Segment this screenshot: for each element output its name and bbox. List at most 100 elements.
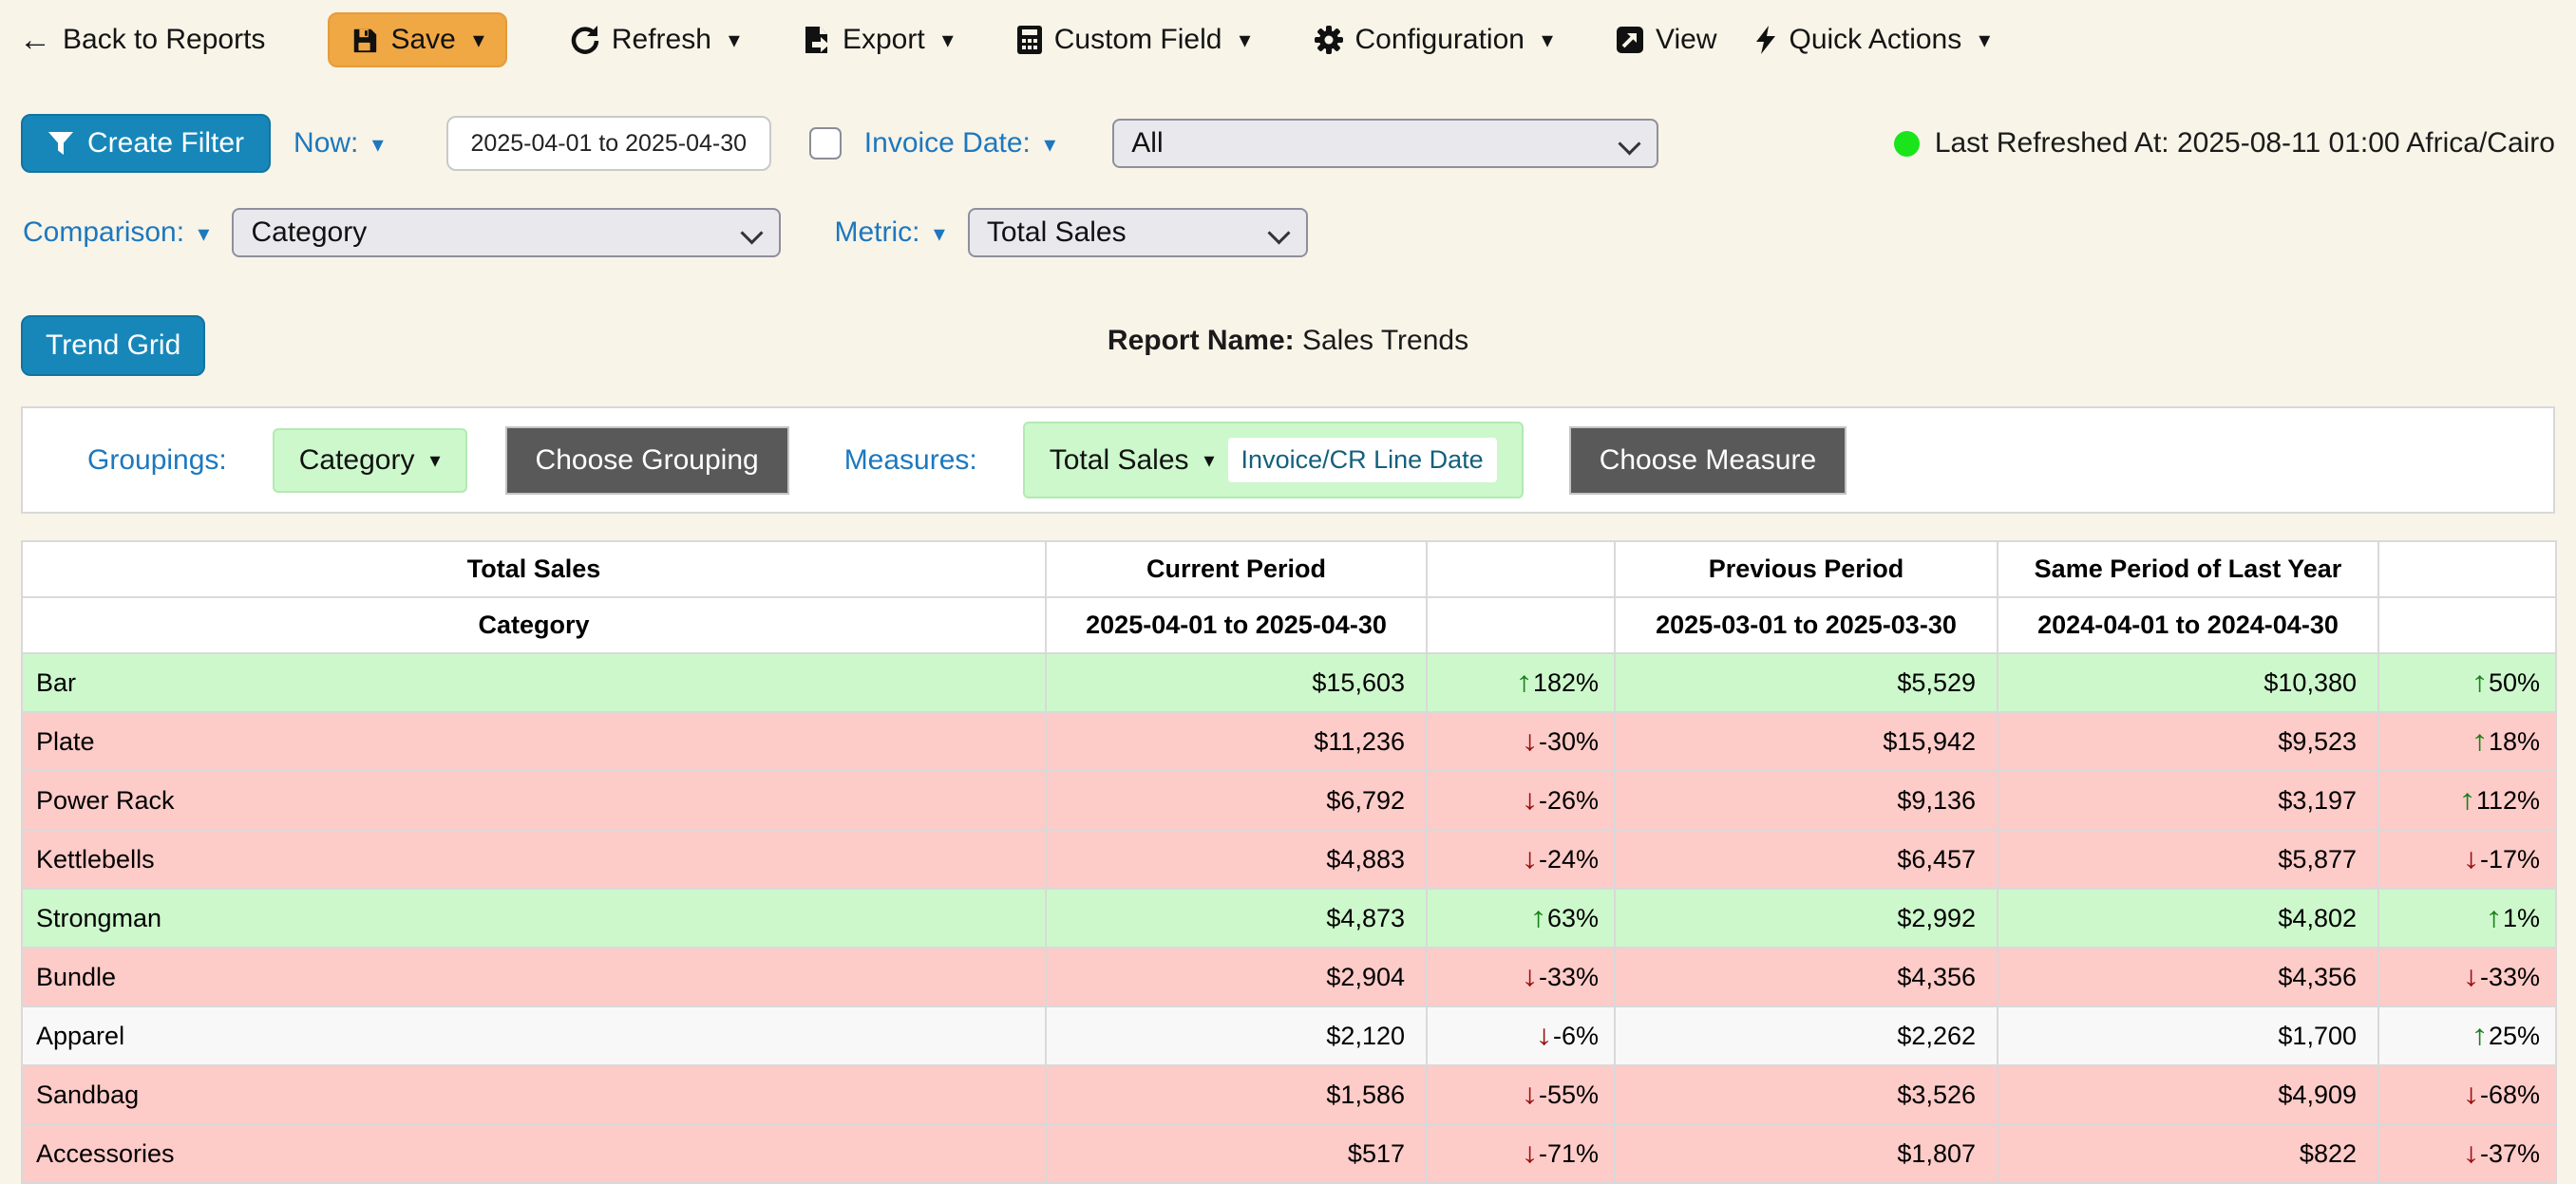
current-period-cell: $6,792: [1046, 771, 1427, 830]
header-previous-dates: 2025-03-01 to 2025-03-30: [1615, 597, 1998, 653]
table-header-row-periods: Total Sales Current Period Previous Peri…: [22, 541, 2556, 597]
header-category: Category: [22, 597, 1046, 653]
change-vs-last-year-cell: ↑25%: [2378, 1006, 2556, 1065]
table-row[interactable]: Plate $11,236 ↓-30% $15,942 $9,523 ↑18%: [22, 712, 2556, 771]
scope-select[interactable]: All: [1112, 119, 1658, 168]
table-row[interactable]: Accessories $517 ↓-71% $1,807 $822 ↓-37%: [22, 1124, 2556, 1183]
current-period-cell: $4,873: [1046, 889, 1427, 948]
category-cell: Sandbag: [22, 1065, 1046, 1124]
groupings-label: Groupings:: [87, 444, 227, 477]
quick-actions-caret-icon: ▾: [1979, 27, 1990, 54]
trend-row: Trend Grid Report Name: Sales Trends: [21, 315, 2555, 376]
measure-chip-caret-icon: ▾: [1204, 448, 1215, 473]
header-same-period-last-year: Same Period of Last Year: [1998, 541, 2378, 597]
invoice-date-dropdown[interactable]: Invoice Date: ▾: [864, 127, 1055, 160]
previous-period-cell: $3,526: [1615, 1065, 1998, 1124]
change-vs-last-year-cell: ↓-17%: [2378, 830, 2556, 889]
export-button[interactable]: Export ▾: [803, 24, 954, 56]
grouping-chip-category[interactable]: Category ▾: [273, 428, 467, 493]
header-previous-period: Previous Period: [1615, 541, 1998, 597]
table-row[interactable]: Strongman $4,873 ↑63% $2,992 $4,802 ↑1%: [22, 889, 2556, 948]
category-cell: Bundle: [22, 948, 1046, 1006]
export-caret-icon: ▾: [942, 27, 954, 54]
export-icon: [803, 25, 831, 55]
table-row[interactable]: Apparel $2,120 ↓-6% $2,262 $1,700 ↑25%: [22, 1006, 2556, 1065]
change-vs-last-year-cell: ↑18%: [2378, 712, 2556, 771]
date-range-input[interactable]: [446, 116, 771, 171]
configuration-caret-icon: ▾: [1542, 27, 1553, 54]
choose-measure-button[interactable]: Choose Measure: [1569, 426, 1847, 495]
measure-date-field[interactable]: Invoice/CR Line Date: [1228, 438, 1497, 482]
same-period-last-year-cell: $4,356: [1998, 948, 2378, 1006]
external-view-icon: [1616, 26, 1644, 54]
previous-period-cell: $2,992: [1615, 889, 1998, 948]
metric-caret-icon: ▾: [934, 220, 945, 248]
metric-select[interactable]: Total Sales: [968, 208, 1308, 257]
invoice-date-caret-icon: ▾: [1044, 131, 1055, 159]
save-caret-icon: ▾: [473, 27, 484, 54]
grouping-chip-caret-icon: ▾: [429, 448, 440, 473]
header-current-period: Current Period: [1046, 541, 1427, 597]
header-total-sales: Total Sales: [22, 541, 1046, 597]
category-cell: Accessories: [22, 1124, 1046, 1183]
trend-grid-button[interactable]: Trend Grid: [21, 315, 205, 376]
trend-arrow-icon: ↓: [1521, 1079, 1539, 1111]
current-period-cell: $4,883: [1046, 830, 1427, 889]
invoice-date-checkbox[interactable]: [809, 127, 842, 160]
change-vs-previous-cell: ↑182%: [1427, 653, 1615, 712]
trend-arrow-icon: ↓: [1521, 784, 1539, 817]
trend-arrow-icon: ↓: [1521, 843, 1539, 875]
status-dot-icon: [1894, 131, 1920, 157]
metric-dropdown[interactable]: Metric: ▾: [834, 216, 944, 249]
table-row[interactable]: Bar $15,603 ↑182% $5,529 $10,380 ↑50%: [22, 653, 2556, 712]
trend-arrow-icon: ↓: [2462, 1137, 2480, 1170]
comparison-dropdown[interactable]: Comparison: ▾: [23, 216, 209, 249]
header-change-last-year-dates: [2378, 597, 2556, 653]
current-period-cell: $11,236: [1046, 712, 1427, 771]
trend-arrow-icon: ↑: [2471, 1020, 2489, 1052]
change-vs-previous-cell: ↑63%: [1427, 889, 1615, 948]
change-vs-previous-cell: ↓-55%: [1427, 1065, 1615, 1124]
table-row[interactable]: Sandbag $1,586 ↓-55% $3,526 $4,909 ↓-68%: [22, 1065, 2556, 1124]
change-vs-last-year-cell: ↑50%: [2378, 653, 2556, 712]
now-dropdown[interactable]: Now: ▾: [294, 127, 384, 160]
current-period-cell: $517: [1046, 1124, 1427, 1183]
change-vs-last-year-cell: ↑1%: [2378, 889, 2556, 948]
change-vs-previous-cell: ↓-71%: [1427, 1124, 1615, 1183]
custom-field-button[interactable]: Custom Field ▾: [1016, 24, 1251, 56]
configuration-button[interactable]: Configuration ▾: [1314, 24, 1554, 56]
change-vs-previous-cell: ↓-26%: [1427, 771, 1615, 830]
trend-arrow-icon: ↑: [2471, 725, 2489, 758]
quick-actions-button[interactable]: Quick Actions ▾: [1754, 24, 1990, 56]
report-name-label: Report Name:: [1108, 325, 1295, 356]
table-row[interactable]: Power Rack $6,792 ↓-26% $9,136 $3,197 ↑1…: [22, 771, 2556, 830]
category-cell: Power Rack: [22, 771, 1046, 830]
table-row[interactable]: Kettlebells $4,883 ↓-24% $6,457 $5,877 ↓…: [22, 830, 2556, 889]
filter-funnel-icon: [47, 130, 74, 157]
refresh-button[interactable]: Refresh ▾: [570, 24, 740, 56]
create-filter-button[interactable]: Create Filter: [21, 114, 271, 173]
change-vs-last-year-cell: ↓-37%: [2378, 1124, 2556, 1183]
measure-chip-total-sales[interactable]: Total Sales ▾ Invoice/CR Line Date: [1023, 422, 1524, 498]
previous-period-cell: $6,457: [1615, 830, 1998, 889]
view-button[interactable]: View: [1616, 24, 1716, 56]
choose-grouping-button[interactable]: Choose Grouping: [505, 426, 789, 495]
header-current-dates: 2025-04-01 to 2025-04-30: [1046, 597, 1427, 653]
change-vs-previous-cell: ↓-6%: [1427, 1006, 1615, 1065]
trend-arrow-icon: ↑: [2471, 667, 2489, 699]
save-button[interactable]: Save ▾: [328, 12, 506, 67]
top-toolbar: ← Back to Reports Save ▾ Refresh ▾ Expor…: [0, 0, 2576, 68]
trend-arrow-icon: ↓: [1521, 1137, 1539, 1170]
previous-period-cell: $9,136: [1615, 771, 1998, 830]
trend-arrow-icon: ↑: [2485, 902, 2503, 934]
change-vs-previous-cell: ↓-30%: [1427, 712, 1615, 771]
current-period-cell: $1,586: [1046, 1065, 1427, 1124]
report-name-value: Sales Trends: [1302, 325, 1468, 356]
change-vs-previous-cell: ↓-24%: [1427, 830, 1615, 889]
comparison-row: Comparison: ▾ Category Metric: ▾ Total S…: [23, 207, 2555, 258]
last-refreshed-status: Last Refreshed At: 2025-08-11 01:00 Afri…: [1894, 127, 2555, 160]
comparison-select[interactable]: Category: [232, 208, 781, 257]
category-cell: Apparel: [22, 1006, 1046, 1065]
table-row[interactable]: Bundle $2,904 ↓-33% $4,356 $4,356 ↓-33%: [22, 948, 2556, 1006]
back-to-reports-button[interactable]: ← Back to Reports: [19, 22, 265, 59]
